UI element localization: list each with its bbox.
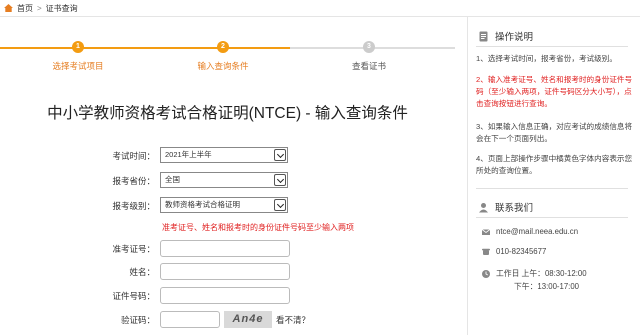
- instructions-heading: 操作说明: [478, 29, 533, 43]
- ticket-label: 准考证号：: [112, 244, 155, 254]
- contact-icon: [479, 202, 488, 212]
- name-row: 姓名：: [0, 263, 455, 281]
- step-2: 2 输入查询条件: [163, 41, 283, 72]
- instruction-item-highlight: 2、输入准考证号、姓名和报考时的身份证件号码（至少输入两项，证件号码区分大小写）…: [476, 75, 633, 108]
- chevron-down-icon: [274, 174, 286, 186]
- instruction-item: 4、页面上部操作步骤中橘黄色字体内容表示您所处的查询位置。: [476, 154, 633, 175]
- level-select[interactable]: 教师资格考试合格证明: [160, 197, 288, 213]
- step-3-label: 查看证书: [351, 61, 386, 71]
- id-number-input[interactable]: [160, 287, 290, 304]
- province-label: 报考省份：: [112, 176, 155, 186]
- captcha-image[interactable]: An4e: [224, 311, 272, 328]
- contact-email: ntce@mail.neea.edu.cn: [482, 227, 578, 236]
- step-1: 1 选择考试项目: [18, 41, 138, 72]
- breadcrumb-current: 证书查询: [45, 3, 78, 13]
- sidebar-divider-line: [476, 217, 628, 218]
- home-icon: [4, 4, 13, 12]
- mail-icon: [482, 228, 490, 235]
- id-number-label: 证件号码：: [112, 291, 155, 301]
- phone-icon: [482, 248, 490, 255]
- level-label: 报考级别：: [112, 201, 155, 211]
- id-number-row: 证件号码：: [0, 287, 455, 305]
- province-row: 报考省份： 全国: [0, 172, 455, 190]
- contact-phone: 010-82345677: [482, 247, 546, 256]
- chevron-down-icon: [274, 199, 286, 211]
- step-3-number: 3: [363, 41, 375, 53]
- document-icon: [479, 31, 488, 41]
- contact-hours-pm-row: 下午：13:00-17:00: [514, 281, 579, 292]
- instruction-item: 1、选择考试时间，报考省份，考试级别。: [476, 54, 617, 63]
- step-2-number: 2: [217, 41, 229, 53]
- contact-hours: 工作日 上午：08:30-12:00: [482, 268, 587, 279]
- captcha-refresh-link[interactable]: 看不清？: [276, 314, 310, 326]
- exam-time-row: 考试时间： 2021年上半年: [0, 147, 455, 165]
- breadcrumb-separator: >: [37, 3, 42, 13]
- step-1-label: 选择考试项目: [52, 61, 104, 71]
- captcha-label: 验证码：: [120, 315, 155, 325]
- name-input[interactable]: [160, 263, 290, 280]
- province-value: 全国: [165, 175, 180, 184]
- step-2-label: 输入查询条件: [197, 61, 249, 71]
- province-select[interactable]: 全国: [160, 172, 288, 188]
- step-progress: 1 选择考试项目 2 输入查询条件 3 查看证书: [0, 38, 455, 78]
- chevron-down-icon: [274, 149, 286, 161]
- required-fields-hint: 准考证号、姓名和报考时的身份证件号码至少输入两项: [162, 223, 354, 232]
- step-3: 3 查看证书: [309, 41, 429, 72]
- contact-title: 联系我们: [495, 203, 534, 214]
- captcha-row: 验证码： An4e 看不清？: [0, 311, 455, 329]
- sidebar-divider-line: [476, 188, 628, 189]
- name-label: 姓名：: [129, 267, 155, 277]
- sidebar-divider: [467, 17, 468, 335]
- breadcrumb-home-link[interactable]: 首页: [17, 3, 33, 14]
- contact-heading: 联系我们: [478, 200, 533, 214]
- exam-time-label: 考试时间：: [112, 151, 155, 161]
- contact-phone-text: 010-82345677: [496, 247, 547, 256]
- ticket-number-input[interactable]: [160, 240, 290, 257]
- contact-hours-am: 工作日 上午：08:30-12:00: [496, 269, 587, 278]
- level-value: 教师资格考试合格证明: [165, 200, 240, 209]
- instructions-title: 操作说明: [495, 32, 534, 43]
- level-row: 报考级别： 教师资格考试合格证明: [0, 197, 455, 215]
- clock-icon: [482, 269, 490, 278]
- ticket-row: 准考证号：: [0, 240, 455, 258]
- sidebar-divider-line: [476, 46, 628, 47]
- instruction-item: 3、如果输入信息正确，对应考试的成绩信息将会在下一个页面列出。: [476, 122, 633, 143]
- contact-email-text: ntce@mail.neea.edu.cn: [496, 227, 579, 236]
- contact-hours-pm: 下午：13:00-17:00: [514, 282, 580, 291]
- step-1-number: 1: [72, 41, 84, 53]
- captcha-input[interactable]: [160, 311, 220, 328]
- exam-time-select[interactable]: 2021年上半年: [160, 147, 288, 163]
- page-title: 中小学教师资格考试合格证明(NTCE) - 输入查询条件: [47, 105, 408, 122]
- exam-time-value: 2021年上半年: [165, 150, 212, 159]
- breadcrumb: 首页 > 证书查询: [0, 0, 640, 17]
